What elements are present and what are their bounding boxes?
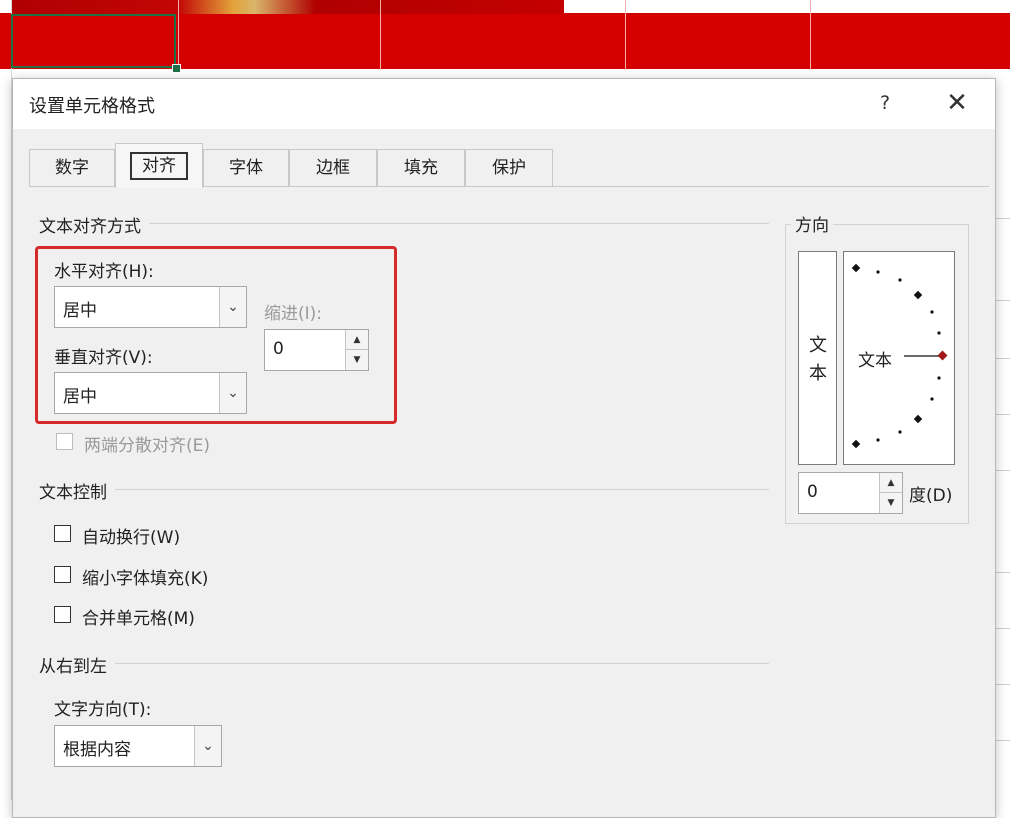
dial-tick-small xyxy=(876,270,880,274)
column-line xyxy=(178,0,179,70)
degrees-stepper[interactable]: 0 ▲ ▼ xyxy=(798,472,903,514)
shrink-to-fit-label: 缩小字体填充(K) xyxy=(82,569,209,589)
dial-tick-small xyxy=(898,430,902,434)
justify-distributed-label: 两端分散对齐(E) xyxy=(84,436,211,456)
row-line xyxy=(996,358,1010,359)
dial-tick-small xyxy=(876,438,880,442)
spin-down-icon[interactable]: ▼ xyxy=(346,350,368,370)
tab-alignment-label: 对齐 xyxy=(130,152,188,180)
vertical-text-button[interactable]: 文本 xyxy=(798,251,837,465)
checkbox-box[interactable] xyxy=(54,525,71,542)
merge-cells-label: 合并单元格(M) xyxy=(82,609,195,629)
horizontal-alignment-value: 居中 xyxy=(63,301,97,321)
column-line xyxy=(380,0,381,70)
spin-up-icon[interactable]: ▲ xyxy=(346,330,368,350)
indent-stepper[interactable]: 0 ▲ ▼ xyxy=(264,329,369,371)
merge-cells-checkbox[interactable]: 合并单元格(M) xyxy=(54,604,354,629)
tab-font[interactable]: 字体 xyxy=(203,149,289,187)
checkbox-box[interactable] xyxy=(54,566,71,583)
text-direction-label: 文字方向(T): xyxy=(54,700,152,720)
horizontal-alignment-select[interactable]: 居中 ⌄ xyxy=(54,286,247,328)
dial-tick-large xyxy=(913,290,923,300)
chevron-down-icon[interactable]: ⌄ xyxy=(219,287,246,327)
row-line xyxy=(996,740,1010,741)
close-button[interactable]: ✕ xyxy=(941,87,973,119)
row-line xyxy=(996,572,1010,573)
dial-tick-large xyxy=(851,263,861,273)
tab-protection[interactable]: 保护 xyxy=(465,149,553,187)
column-line xyxy=(625,0,626,70)
indent-spin-buttons: ▲ ▼ xyxy=(345,330,368,370)
banner-image xyxy=(12,0,564,14)
horizontal-alignment-label: 水平对齐(H): xyxy=(54,262,154,282)
justify-distributed-checkbox[interactable]: 两端分散对齐(E) xyxy=(56,431,356,456)
shrink-to-fit-checkbox[interactable]: 缩小字体填充(K) xyxy=(54,564,354,589)
dial-tick-small xyxy=(898,278,902,282)
row-line xyxy=(996,414,1010,415)
fill-handle[interactable] xyxy=(172,64,181,73)
wrap-text-label: 自动换行(W) xyxy=(82,528,181,548)
spin-up-icon[interactable]: ▲ xyxy=(880,473,902,493)
column-line xyxy=(810,0,811,70)
tab-alignment[interactable]: 对齐 xyxy=(115,143,203,188)
section-divider xyxy=(39,663,769,664)
orientation-heading: 方向 xyxy=(791,211,833,236)
text-direction-select[interactable]: 根据内容 ⌄ xyxy=(54,725,222,767)
dial-text-label: 文本 xyxy=(858,351,892,371)
format-cells-dialog: 设置单元格格式 ? ✕ 数字 对齐 字体 边框 填充 保护 文本对齐方式 水平对… xyxy=(12,78,996,818)
text-alignment-heading: 文本对齐方式 xyxy=(39,212,149,237)
close-icon: ✕ xyxy=(946,88,968,118)
row-line xyxy=(996,218,1010,219)
tab-strip: 数字 对齐 字体 边框 填充 保护 xyxy=(29,143,989,188)
help-button[interactable]: ? xyxy=(871,89,899,117)
dial-tick-small xyxy=(937,331,941,335)
dial-tick-small xyxy=(937,376,941,380)
text-control-heading: 文本控制 xyxy=(39,478,115,503)
dial-tick-large xyxy=(851,439,861,449)
vertical-alignment-select[interactable]: 居中 ⌄ xyxy=(54,372,247,414)
checkbox-box[interactable] xyxy=(54,606,71,623)
selected-cell[interactable] xyxy=(11,14,176,68)
tab-border[interactable]: 边框 xyxy=(289,149,377,187)
right-to-left-heading: 从右到左 xyxy=(39,652,115,677)
orientation-dial[interactable]: 文本 xyxy=(843,251,955,465)
indent-value: 0 xyxy=(273,339,284,359)
dial-marker xyxy=(937,350,948,361)
title-bar[interactable]: 设置单元格格式 ? ✕ xyxy=(13,79,995,129)
chevron-down-icon[interactable]: ⌄ xyxy=(194,726,221,766)
tab-fill[interactable]: 填充 xyxy=(377,149,465,187)
row-line xyxy=(996,628,1010,629)
section-divider xyxy=(39,489,769,490)
tab-number[interactable]: 数字 xyxy=(29,149,115,187)
degrees-spin-buttons: ▲ ▼ xyxy=(879,473,902,513)
dialog-title: 设置单元格格式 xyxy=(29,96,155,117)
wrap-text-checkbox[interactable]: 自动换行(W) xyxy=(54,523,354,548)
spin-down-icon[interactable]: ▼ xyxy=(880,493,902,513)
dial-tick-small xyxy=(930,397,934,401)
row-line xyxy=(996,684,1010,685)
dial-tick-small xyxy=(930,310,934,314)
text-direction-value: 根据内容 xyxy=(63,740,131,760)
degrees-value: 0 xyxy=(807,482,818,502)
row-line xyxy=(996,300,1010,301)
vertical-text-label: 文本 xyxy=(809,335,827,384)
degrees-label: 度(D) xyxy=(909,486,953,506)
vertical-alignment-value: 居中 xyxy=(63,387,97,407)
checkbox-box[interactable] xyxy=(56,433,73,450)
row-line xyxy=(996,470,1010,471)
indent-label: 缩进(I): xyxy=(264,304,323,324)
vertical-alignment-label: 垂直对齐(V): xyxy=(54,348,153,368)
chevron-down-icon[interactable]: ⌄ xyxy=(219,373,246,413)
dial-tick-large xyxy=(913,414,923,424)
